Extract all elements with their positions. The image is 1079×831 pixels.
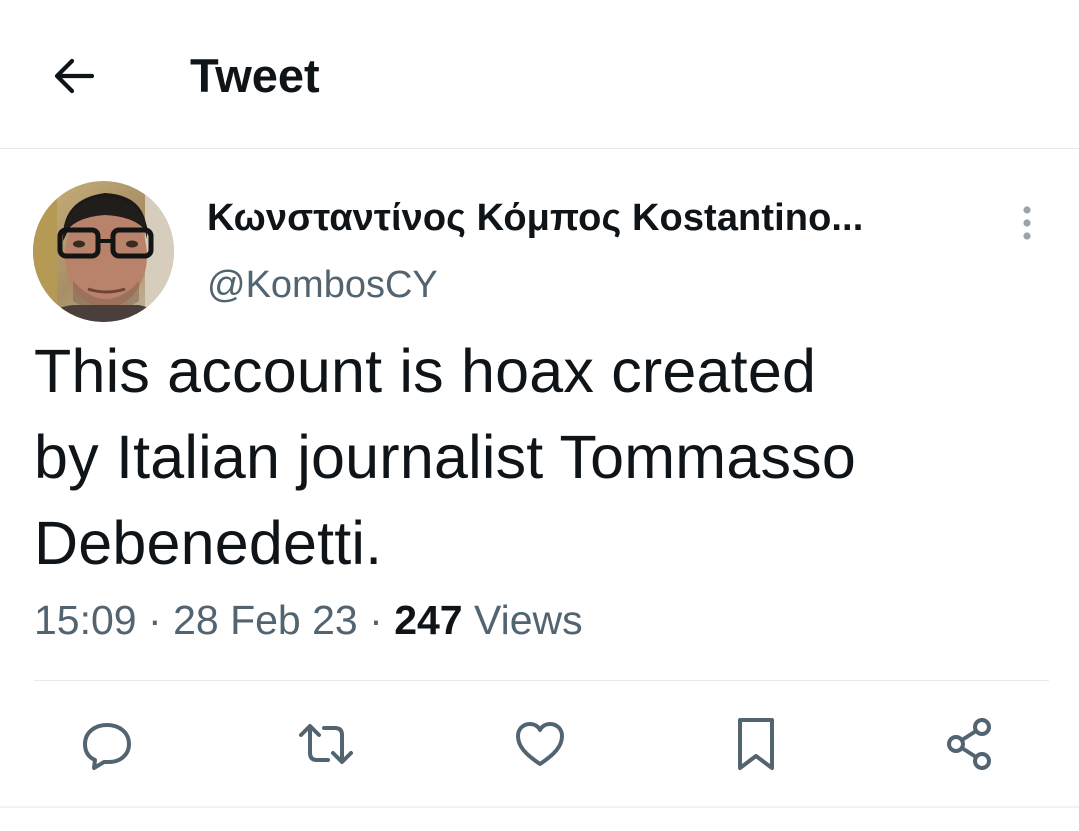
- tweet-date[interactable]: 28 Feb 23: [173, 597, 358, 643]
- reply-icon: [80, 717, 134, 771]
- divider: [34, 680, 1049, 681]
- tweet-time[interactable]: 15:09: [34, 597, 137, 643]
- tweet-text-line: This account is hoax created: [34, 337, 817, 405]
- page-title: Tweet: [190, 49, 320, 102]
- tweet-text: This account is hoax created by Italian …: [34, 328, 1054, 586]
- share-button[interactable]: [938, 712, 1002, 776]
- author-display-name[interactable]: Κωνσταντίνος Κόμπος Kostantino...: [207, 194, 863, 242]
- views-count: 247: [394, 597, 463, 643]
- tweet-text-line: Debenedetti.: [34, 509, 383, 577]
- bookmark-button[interactable]: [724, 712, 788, 776]
- views-label: Views: [474, 597, 583, 643]
- meta-separator: ·: [369, 597, 383, 643]
- top-bar: Tweet: [0, 0, 1079, 149]
- heart-icon: [513, 717, 567, 771]
- arrow-left-icon: [50, 52, 98, 100]
- like-button[interactable]: [508, 712, 572, 776]
- back-button[interactable]: [44, 46, 104, 106]
- more-vertical-icon: [1021, 205, 1033, 241]
- meta-separator: ·: [148, 597, 162, 643]
- reply-button[interactable]: [75, 712, 139, 776]
- retweet-button[interactable]: [294, 712, 358, 776]
- action-bar: [0, 712, 1079, 776]
- bottom-divider: [0, 806, 1079, 808]
- tweet-meta: 15:09 · 28 Feb 23 · 247 Views: [34, 594, 583, 646]
- avatar[interactable]: [33, 181, 174, 322]
- more-options-button[interactable]: [1005, 198, 1049, 248]
- bookmark-icon: [732, 716, 780, 772]
- author-handle[interactable]: @KombosCY: [207, 261, 438, 309]
- retweet-icon: [296, 717, 356, 771]
- share-icon: [942, 716, 998, 772]
- tweet-text-line: by Italian journalist Tommasso: [34, 423, 856, 491]
